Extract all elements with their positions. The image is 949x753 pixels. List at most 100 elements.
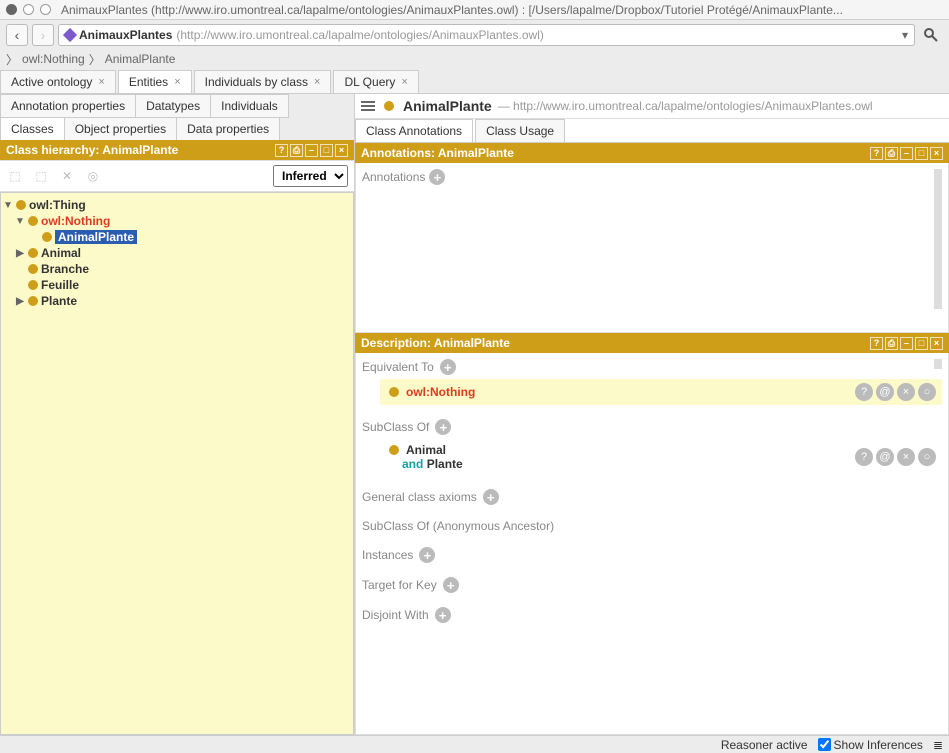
scrollbar[interactable] xyxy=(934,359,942,369)
subclass-anonymous-group: SubClass Of (Anonymous Ancestor) xyxy=(362,519,942,533)
add-annotation-button[interactable]: + xyxy=(429,169,445,185)
ontology-name: AnimauxPlantes xyxy=(79,28,172,42)
minimize-icon[interactable]: – xyxy=(900,337,913,350)
tree-row-plante[interactable]: ▶ Plante xyxy=(15,293,351,309)
breadcrumb: 〉 owl:Nothing 〉 AnimalPlante xyxy=(0,50,949,68)
menu-icon[interactable] xyxy=(361,101,375,111)
subtab-data-properties[interactable]: Data properties xyxy=(176,117,280,141)
add-target-button[interactable]: + xyxy=(443,577,459,593)
view-mode-select[interactable]: Inferred xyxy=(273,165,348,187)
tree-label: owl:Nothing xyxy=(41,214,110,228)
subtab-classes[interactable]: Classes xyxy=(0,117,65,141)
add-subclass-icon[interactable]: ⬚ xyxy=(6,167,24,185)
class-tree[interactable]: ▼ owl:Thing ▼ owl:Nothing AnimalPlante xyxy=(0,192,354,735)
subclass-assertion[interactable]: Animal and Plante ? @ × ○ xyxy=(380,439,942,475)
edit-button[interactable]: ○ xyxy=(918,383,936,401)
at-button[interactable]: @ xyxy=(876,383,894,401)
add-equivalent-button[interactable]: + xyxy=(440,359,456,375)
target-for-key-group: Target for Key+ xyxy=(362,577,942,593)
entity-uri: — http://www.iro.umontreal.ca/lapalme/on… xyxy=(498,99,873,113)
close-icon[interactable]: × xyxy=(930,337,943,350)
class-icon xyxy=(28,248,38,258)
tab-active-ontology[interactable]: Active ontology× xyxy=(0,70,116,93)
add-sibling-icon[interactable]: ⬚ xyxy=(32,167,50,185)
search-button[interactable] xyxy=(919,24,943,46)
show-inferences-checkbox[interactable] xyxy=(818,738,831,751)
equivalent-to-group: Equivalent To + owl:Nothing ? @ × ○ xyxy=(362,359,942,405)
pin-icon[interactable]: ⎙ xyxy=(885,147,898,160)
crumb-nothing[interactable]: owl:Nothing xyxy=(22,52,85,66)
tree-label: Feuille xyxy=(41,278,79,292)
dropdown-icon[interactable]: ▾ xyxy=(902,28,908,42)
panel-header-icons: ? ⎙ – □ × xyxy=(275,144,348,157)
subtab-individuals[interactable]: Individuals xyxy=(210,94,289,118)
add-instance-button[interactable]: + xyxy=(419,547,435,563)
disclosure-icon[interactable]: ▼ xyxy=(15,216,25,227)
disclosure-icon[interactable]: ▶ xyxy=(15,296,25,307)
maximize-icon[interactable]: □ xyxy=(320,144,333,157)
delete-button[interactable]: × xyxy=(897,448,915,466)
close-icon[interactable]: × xyxy=(174,76,180,88)
window-titlebar: AnimauxPlantes (http://www.iro.umontreal… xyxy=(0,0,949,20)
tree-row-animalplante[interactable]: AnimalPlante xyxy=(39,229,351,245)
disclosure-icon[interactable]: ▼ xyxy=(3,200,13,211)
tree-row-nothing[interactable]: ▼ owl:Nothing xyxy=(15,213,351,229)
tab-dl-query[interactable]: DL Query× xyxy=(333,70,418,93)
pin-icon[interactable]: ⎙ xyxy=(290,144,303,157)
list-icon[interactable]: ≣ xyxy=(933,738,943,752)
minimize-icon[interactable] xyxy=(23,4,34,15)
show-inferences-toggle[interactable]: Show Inferences xyxy=(818,738,923,752)
explain-button[interactable]: ? xyxy=(855,448,873,466)
hierarchy-toolbar: ⬚ ⬚ ✕ ◎ Inferred xyxy=(0,160,354,192)
maximize-icon[interactable]: □ xyxy=(915,337,928,350)
back-button[interactable]: ‹ xyxy=(6,24,28,46)
explain-button[interactable]: ? xyxy=(855,383,873,401)
close-icon[interactable]: × xyxy=(98,76,104,88)
close-icon[interactable]: × xyxy=(930,147,943,160)
tab-class-usage[interactable]: Class Usage xyxy=(475,119,565,142)
main-tabs: Active ontology× Entities× Individuals b… xyxy=(0,68,949,94)
ontology-iri-field[interactable]: AnimauxPlantes (http://www.iro.umontreal… xyxy=(58,24,915,46)
maximize-icon[interactable]: □ xyxy=(915,147,928,160)
close-icon[interactable]: × xyxy=(401,76,407,88)
panel-title: Description: AnimalPlante xyxy=(361,336,510,350)
entity-name: AnimalPlante xyxy=(403,98,492,114)
forward-button[interactable]: › xyxy=(32,24,54,46)
edit-button[interactable]: ○ xyxy=(918,448,936,466)
tab-entities[interactable]: Entities× xyxy=(118,70,192,93)
tab-class-annotations[interactable]: Class Annotations xyxy=(355,119,473,142)
subtab-object-properties[interactable]: Object properties xyxy=(64,117,177,141)
help-icon[interactable]: ? xyxy=(870,337,883,350)
add-subclass-button[interactable]: + xyxy=(435,419,451,435)
tree-row-animal[interactable]: ▶ Animal xyxy=(15,245,351,261)
scrollbar[interactable] xyxy=(934,169,942,309)
tree-row-thing[interactable]: ▼ owl:Thing xyxy=(3,197,351,213)
subtab-annotation-properties[interactable]: Annotation properties xyxy=(0,94,136,118)
pin-icon[interactable]: ⎙ xyxy=(885,337,898,350)
target-icon[interactable]: ◎ xyxy=(84,167,102,185)
zoom-icon[interactable] xyxy=(40,4,51,15)
delete-button[interactable]: × xyxy=(897,383,915,401)
crumb-animalplante[interactable]: AnimalPlante xyxy=(105,52,176,66)
disclosure-icon[interactable]: ▶ xyxy=(15,248,25,259)
help-icon[interactable]: ? xyxy=(870,147,883,160)
close-icon[interactable]: × xyxy=(314,76,320,88)
right-tabs: Class Annotations Class Usage xyxy=(355,119,949,143)
at-button[interactable]: @ xyxy=(876,448,894,466)
minimize-icon[interactable]: – xyxy=(305,144,318,157)
annotations-header: Annotations: AnimalPlante ? ⎙ – □ × xyxy=(355,143,949,163)
subtab-datatypes[interactable]: Datatypes xyxy=(135,94,211,118)
close-icon[interactable] xyxy=(6,4,17,15)
close-icon[interactable]: × xyxy=(335,144,348,157)
help-icon[interactable]: ? xyxy=(275,144,288,157)
group-label: Equivalent To xyxy=(362,360,434,374)
keyword-and: and xyxy=(402,457,423,471)
equivalent-assertion[interactable]: owl:Nothing ? @ × ○ xyxy=(380,379,942,405)
add-gca-button[interactable]: + xyxy=(483,489,499,505)
tree-row-branche[interactable]: Branche xyxy=(15,261,351,277)
delete-class-icon[interactable]: ✕ xyxy=(58,167,76,185)
minimize-icon[interactable]: – xyxy=(900,147,913,160)
tree-row-feuille[interactable]: Feuille xyxy=(15,277,351,293)
tab-individuals-by-class[interactable]: Individuals by class× xyxy=(194,70,332,93)
add-disjoint-button[interactable]: + xyxy=(435,607,451,623)
